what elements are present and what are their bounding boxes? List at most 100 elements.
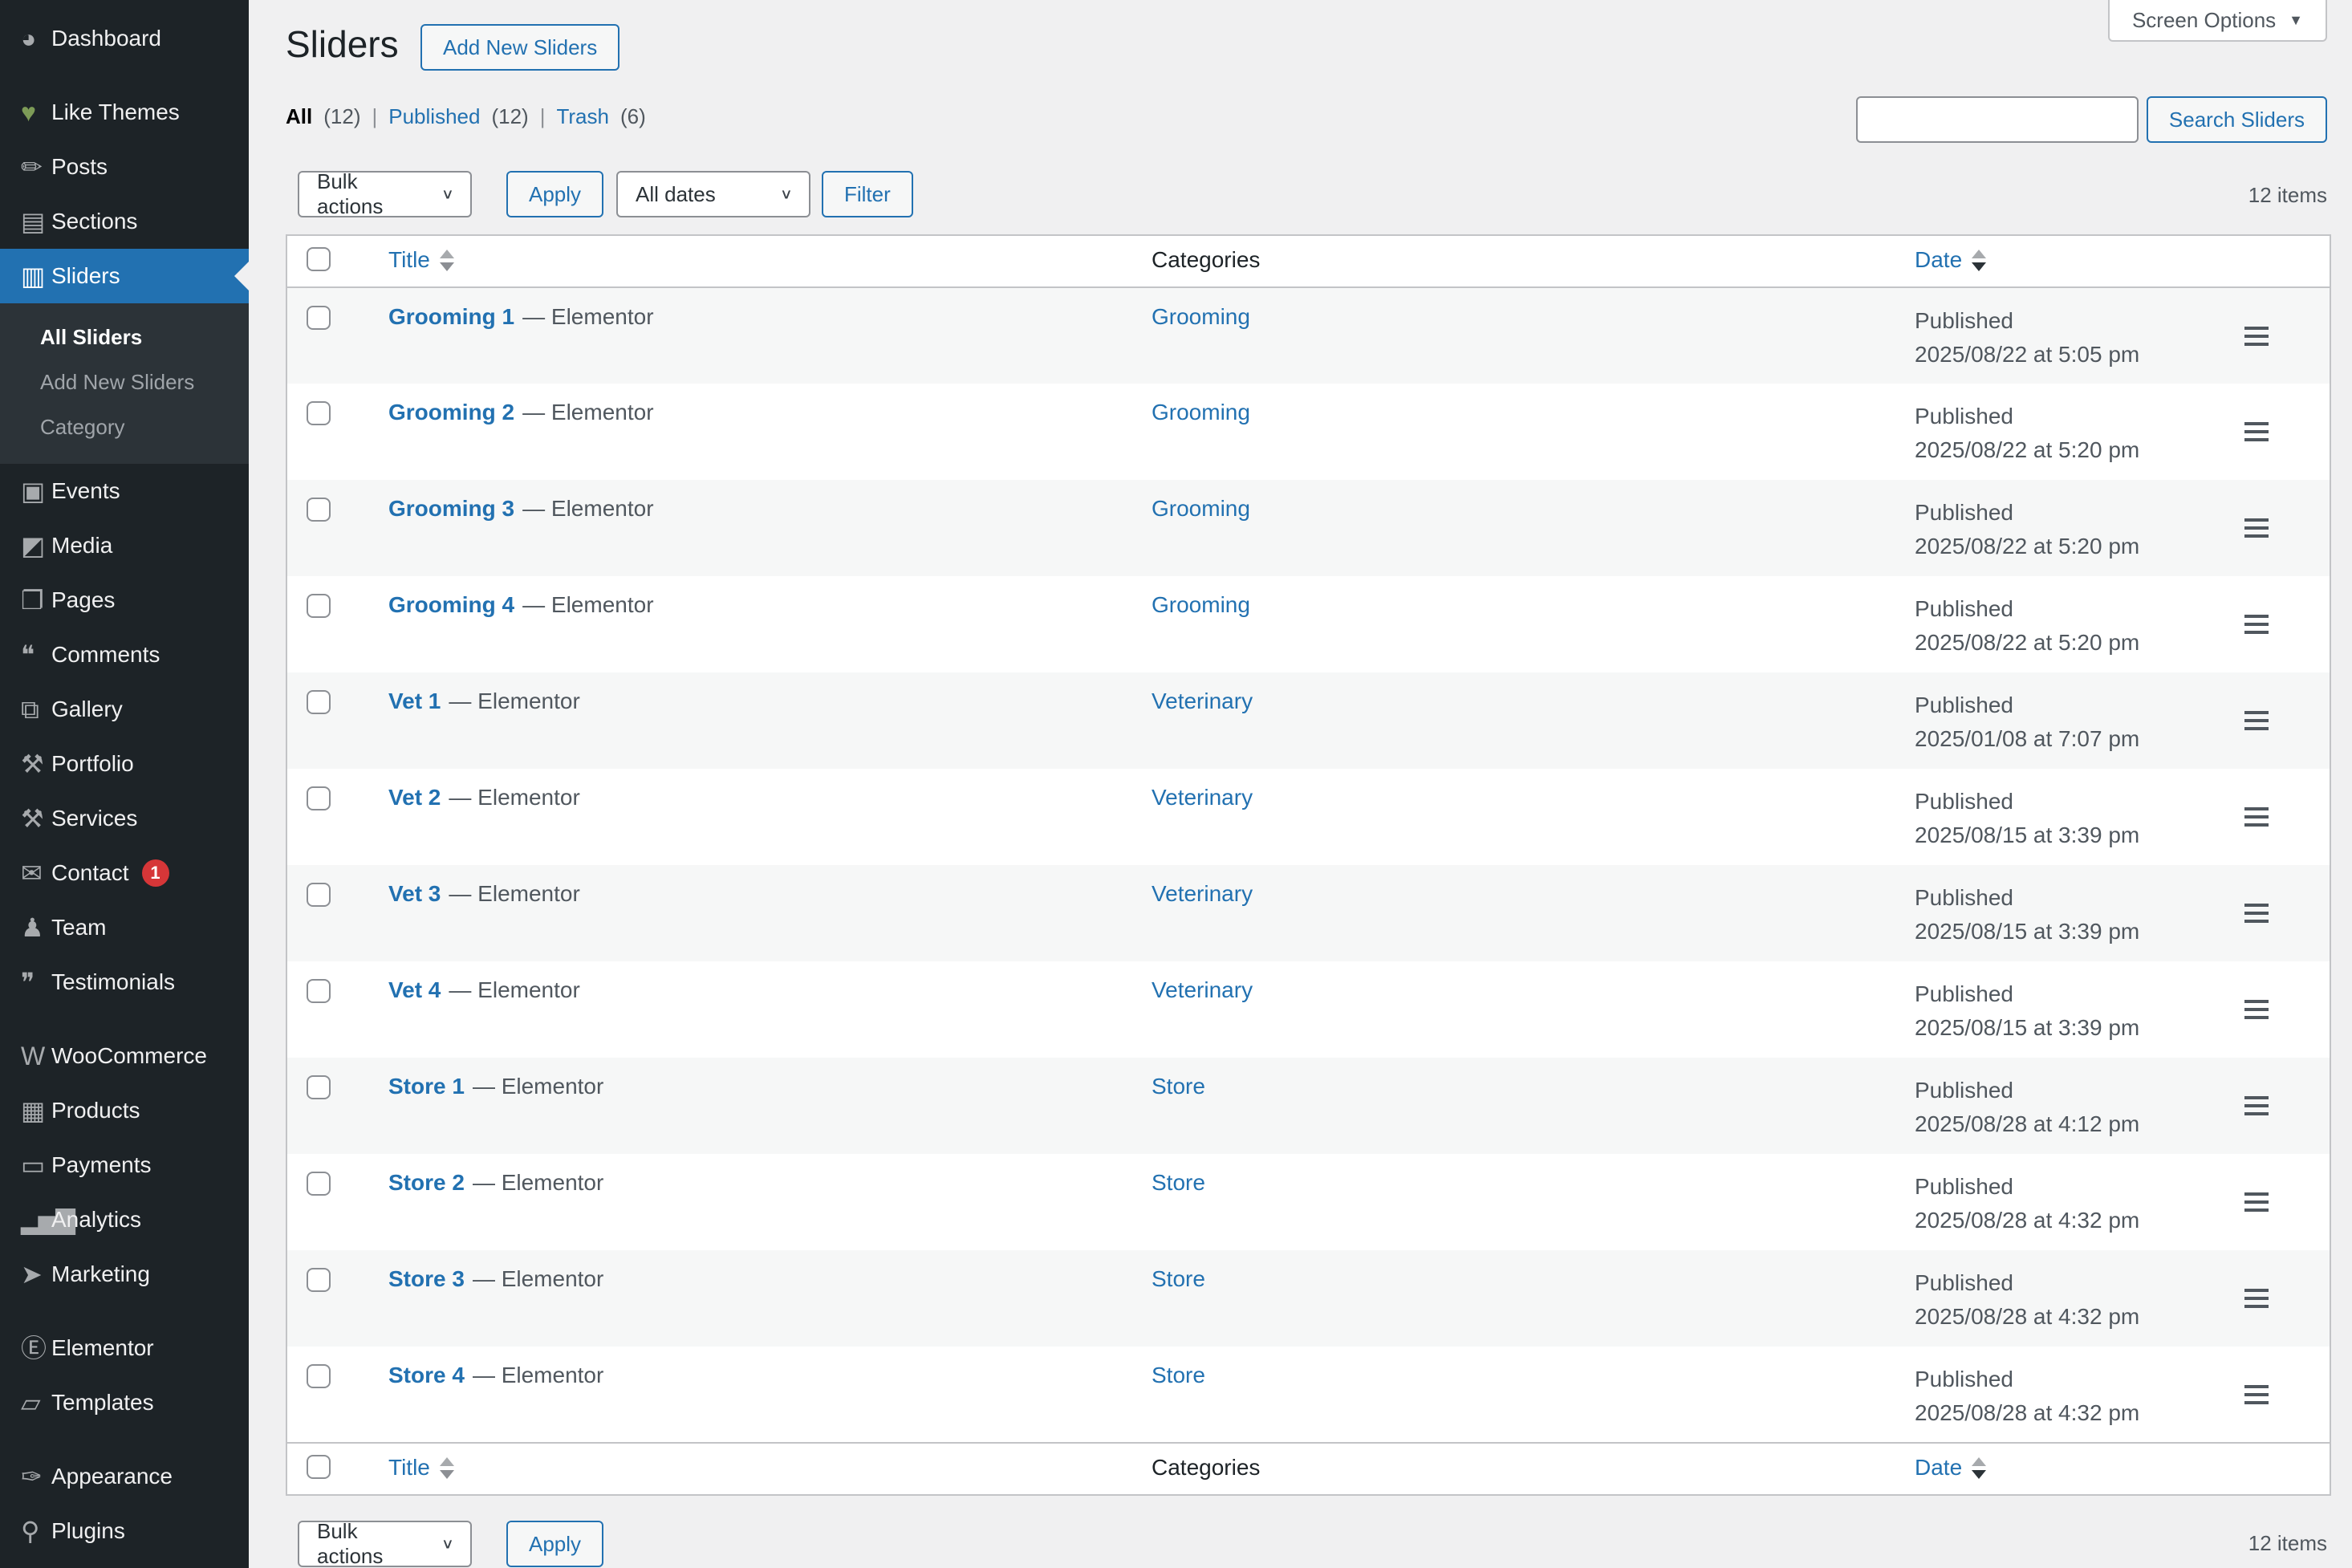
bulk-actions-select[interactable]: Bulk actions ∨	[298, 171, 472, 217]
category-link[interactable]: Grooming	[1152, 496, 1250, 521]
submenu-item-category[interactable]: Category	[0, 404, 249, 449]
row-checkbox[interactable]	[307, 883, 331, 907]
sidebar-item-plugins[interactable]: ⚲Plugins	[0, 1504, 249, 1558]
row-menu-icon[interactable]	[2244, 1289, 2269, 1308]
sidebar-item-elementor[interactable]: ⒺElementor	[0, 1321, 249, 1375]
submenu-item-add-new-sliders[interactable]: Add New Sliders	[0, 360, 249, 404]
slider-title-link[interactable]: Store 2	[388, 1170, 465, 1195]
row-menu-icon[interactable]	[2244, 327, 2269, 346]
view-published-link[interactable]: Published	[388, 104, 480, 129]
sidebar-item-products[interactable]: ▦Products	[0, 1083, 249, 1138]
category-link[interactable]: Grooming	[1152, 592, 1250, 617]
sidebar-item-analytics[interactable]: ▂▅▇Analytics	[0, 1192, 249, 1247]
slider-title-link[interactable]: Vet 3	[388, 881, 441, 906]
row-menu-icon[interactable]	[2244, 1192, 2269, 1212]
sort-by-title-link[interactable]: Title	[388, 1455, 454, 1481]
apply-button[interactable]: Apply	[506, 171, 603, 217]
row-menu-icon[interactable]	[2244, 518, 2269, 538]
view-trash-link[interactable]: Trash	[556, 104, 609, 129]
row-checkbox[interactable]	[307, 1268, 331, 1292]
sidebar-item-sections[interactable]: ▤Sections	[0, 194, 249, 249]
row-checkbox[interactable]	[307, 498, 331, 522]
row-menu-icon[interactable]	[2244, 1096, 2269, 1115]
sidebar-item-payments[interactable]: ▭Payments	[0, 1138, 249, 1192]
sidebar-item-like-themes[interactable]: ♥Like Themes	[0, 85, 249, 140]
sidebar-item-sliders[interactable]: ▥Sliders	[0, 249, 249, 303]
category-link[interactable]: Store	[1152, 1363, 1205, 1387]
sidebar-item-pages[interactable]: ❐Pages	[0, 573, 249, 628]
sidebar-item-label: Posts	[51, 154, 108, 180]
slider-title-link[interactable]: Grooming 2	[388, 400, 514, 424]
sidebar-item-woocommerce[interactable]: WWooCommerce	[0, 1029, 249, 1083]
sidebar-item-portfolio[interactable]: ⚒Portfolio	[0, 737, 249, 791]
row-menu-icon[interactable]	[2244, 904, 2269, 923]
filter-button[interactable]: Filter	[822, 171, 913, 217]
add-new-sliders-button[interactable]: Add New Sliders	[420, 24, 619, 71]
row-checkbox[interactable]	[307, 786, 331, 810]
sidebar-item-contact[interactable]: ✉Contact1	[0, 846, 249, 900]
category-link[interactable]: Veterinary	[1152, 689, 1253, 713]
sidebar-item-gallery[interactable]: ⧉Gallery	[0, 682, 249, 737]
sort-by-title-link[interactable]: Title	[388, 247, 454, 273]
slider-title-link[interactable]: Grooming 4	[388, 592, 514, 617]
row-menu-icon[interactable]	[2244, 422, 2269, 441]
category-link[interactable]: Veterinary	[1152, 977, 1253, 1002]
sidebar-item-templates[interactable]: ▱Templates	[0, 1375, 249, 1430]
view-all-link[interactable]: All	[286, 104, 312, 129]
sidebar-item-events[interactable]: ▣Events	[0, 464, 249, 518]
bulk-actions-select[interactable]: Bulk actions ∨	[298, 1521, 472, 1567]
dates-filter-select[interactable]: All dates ∨	[616, 171, 810, 217]
row-checkbox[interactable]	[307, 594, 331, 618]
category-link[interactable]: Store	[1152, 1266, 1205, 1291]
row-checkbox[interactable]	[307, 1172, 331, 1196]
slider-title-link[interactable]: Store 1	[388, 1074, 465, 1099]
row-menu-icon[interactable]	[2244, 1385, 2269, 1404]
sort-by-date-link[interactable]: Date	[1915, 1455, 1986, 1481]
category-link[interactable]: Veterinary	[1152, 881, 1253, 906]
slider-title-link[interactable]: Vet 2	[388, 785, 441, 810]
submenu-item-all-sliders[interactable]: All Sliders	[0, 315, 249, 360]
row-checkbox[interactable]	[307, 1364, 331, 1388]
category-link[interactable]: Store	[1152, 1170, 1205, 1195]
slider-title-link[interactable]: Vet 4	[388, 977, 441, 1002]
apply-button[interactable]: Apply	[506, 1521, 603, 1567]
slider-title-link[interactable]: Grooming 1	[388, 304, 514, 329]
screen-options-button[interactable]: Screen Options ▼	[2108, 0, 2327, 42]
sidebar-item-posts[interactable]: ✏Posts	[0, 140, 249, 194]
search-sliders-button[interactable]: Search Sliders	[2147, 96, 2327, 143]
category-link[interactable]: Grooming	[1152, 400, 1250, 424]
sidebar-item-dashboard[interactable]: ◕Dashboard	[0, 11, 249, 66]
row-checkbox[interactable]	[307, 401, 331, 425]
category-link[interactable]: Veterinary	[1152, 785, 1253, 810]
sidebar-item-media[interactable]: ◩Media	[0, 518, 249, 573]
slider-title-link[interactable]: Store 4	[388, 1363, 465, 1387]
sidebar-item-team[interactable]: ♟Team	[0, 900, 249, 955]
sidebar-item-marketing[interactable]: ➤Marketing	[0, 1247, 249, 1302]
row-menu-icon[interactable]	[2244, 1000, 2269, 1019]
sections-icon: ▤	[21, 209, 51, 234]
search-input[interactable]	[1856, 96, 2139, 143]
slider-title-link[interactable]: Store 3	[388, 1266, 465, 1291]
row-menu-icon[interactable]	[2244, 615, 2269, 634]
select-all-checkbox[interactable]	[307, 1455, 331, 1479]
sidebar-item-comments[interactable]: ❝Comments	[0, 628, 249, 682]
row-checkbox[interactable]	[307, 1075, 331, 1099]
slider-title-link[interactable]: Vet 1	[388, 689, 441, 713]
category-link[interactable]: Store	[1152, 1074, 1205, 1099]
row-checkbox[interactable]	[307, 306, 331, 330]
row-checkbox[interactable]	[307, 979, 331, 1003]
select-all-checkbox[interactable]	[307, 247, 331, 271]
category-link[interactable]: Grooming	[1152, 304, 1250, 329]
table-row: Grooming 3— ElementorGroomingPublished20…	[287, 480, 2330, 576]
row-menu-icon[interactable]	[2244, 807, 2269, 827]
sort-by-date-link[interactable]: Date	[1915, 247, 1986, 273]
row-menu-icon[interactable]	[2244, 711, 2269, 730]
sliders-table: Title Categories Date Groo	[286, 234, 2331, 1496]
table-row: Vet 1— ElementorVeterinaryPublished2025/…	[287, 672, 2330, 769]
sidebar-item-appearance[interactable]: ✑Appearance	[0, 1449, 249, 1504]
sidebar-item-services[interactable]: ⚒Services	[0, 791, 249, 846]
title-suffix: — Elementor	[522, 304, 653, 329]
sidebar-item-testimonials[interactable]: ❞Testimonials	[0, 955, 249, 1009]
row-checkbox[interactable]	[307, 690, 331, 714]
slider-title-link[interactable]: Grooming 3	[388, 496, 514, 521]
